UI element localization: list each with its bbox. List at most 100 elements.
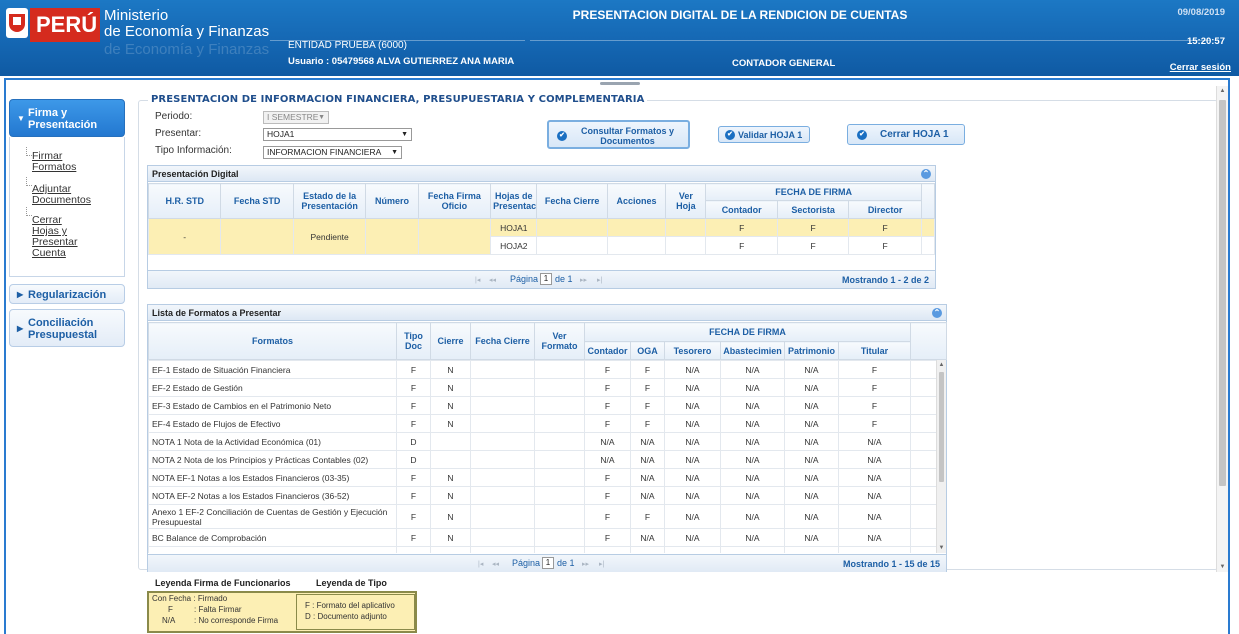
scroll-up-icon[interactable]: ▲: [937, 362, 946, 368]
section-title: PRESENTACION DE INFORMACION FINANCIERA, …: [148, 94, 648, 105]
sidebar-item-conciliacion[interactable]: ▶ Conciliación Presupuestal: [9, 309, 125, 347]
page-number-input[interactable]: 1: [540, 273, 552, 285]
col-acciones[interactable]: Acciones: [606, 183, 667, 219]
scroll-down-icon[interactable]: ▼: [937, 545, 946, 551]
col-director[interactable]: Director: [848, 200, 922, 219]
collapse-icon[interactable]: ⌃: [921, 169, 931, 179]
col-fecha-cierre[interactable]: Fecha Cierre: [536, 183, 608, 219]
header-time: 15:20:57: [1186, 36, 1225, 47]
col-abastecimiento[interactable]: Abastecimien: [720, 341, 785, 360]
col-numero[interactable]: Número: [365, 183, 419, 219]
sidebar-item-regularizacion[interactable]: ▶ Regularización: [9, 284, 125, 304]
consultar-formatos-button[interactable]: ✔ Consultar Formatos y Documentos: [547, 120, 690, 149]
table-row[interactable]: EF-2 Estado de Gestión F N F F N/A N/A N/A F: [148, 378, 936, 397]
tipo-informacion-label: Tipo Información:: [155, 145, 232, 156]
tipo-informacion-select[interactable]: INFORMACION FINANCIERA ▼: [263, 146, 402, 159]
record-count: Mostrando 1 - 15 de 15: [842, 559, 940, 569]
scrollbar-thumb[interactable]: [1219, 100, 1226, 486]
prev-page-icon[interactable]: ◂◂: [489, 276, 496, 284]
legend-box: Con Fecha : Firmado F : Falta Firmar N/A…: [147, 591, 417, 633]
collapse-icon[interactable]: ⌃: [932, 308, 942, 318]
col-formatos[interactable]: Formatos: [148, 322, 397, 360]
next-page-icon[interactable]: ▸▸: [582, 560, 589, 568]
ministry-name: Ministerio de Economía y Finanzas: [104, 7, 270, 40]
col-cierre[interactable]: Cierre: [430, 322, 471, 360]
user-info: Usuario : 05479568 ALVA GUTIERREZ ANA MA…: [288, 56, 515, 67]
panel-header: Presentación Digital ⌃: [148, 166, 935, 182]
legend-tipo-title: Leyenda de Tipo: [316, 578, 387, 588]
col-tipo-doc[interactable]: Tipo Doc: [396, 322, 431, 360]
table-row[interactable]: EF-3 Estado de Cambios en el Patrimonio …: [148, 396, 936, 415]
validar-hoja-button[interactable]: ✔ Validar HOJA 1: [718, 126, 810, 143]
entity-name: ENTIDAD PRUEBA (6000): [288, 40, 407, 51]
col-fecha-firma-oficio[interactable]: Fecha Firma Oficio: [417, 183, 492, 219]
col-hojas[interactable]: Hojas de Presentaci: [490, 183, 538, 219]
lista-formatos-panel: Lista de Formatos a Presentar ⌃ Formatos…: [147, 304, 948, 572]
presentacion-table: H.R. STD Fecha STD Estado de la Presentac…: [147, 183, 936, 255]
col-ver-hoja[interactable]: Ver Hoja: [665, 183, 707, 219]
check-icon: ✔: [725, 130, 735, 140]
col-group-fecha-firma: FECHA DE FIRMA: [705, 183, 922, 201]
periodo-label: Periodo:: [155, 111, 193, 122]
sidebar-item-firma-presentacion[interactable]: ▼ Firma y Presentación: [9, 99, 125, 137]
peru-logo: PERÚ: [30, 8, 100, 42]
next-page-icon[interactable]: ▸▸: [580, 276, 587, 284]
dropdown-arrow-icon: ▼: [391, 149, 398, 156]
sidebar-item-cerrar-hojas[interactable]: Cerrar Hojas y Presentar Cuenta: [32, 215, 78, 259]
last-page-icon[interactable]: ▸|: [599, 560, 604, 568]
header-collapse-handle[interactable]: [600, 82, 640, 85]
sidebar-item-firmar-formatos[interactable]: Firmar Formatos: [32, 151, 76, 173]
cerrar-hoja-button[interactable]: ✔ Cerrar HOJA 1: [847, 124, 965, 145]
legend-firma-title: Leyenda Firma de Funcionarios: [155, 578, 291, 588]
table-row[interactable]: EF-1 Estado de Situación Financiera F N F F N…: [148, 360, 936, 379]
col-hr-std[interactable]: H.R. STD: [147, 183, 222, 219]
page-number-input[interactable]: 1: [542, 557, 554, 569]
presentacion-digital-panel: Presentación Digital ⌃ H.R. STD Fecha ST…: [147, 165, 936, 289]
chevron-right-icon: ▶: [17, 324, 24, 333]
table-row[interactable]: EF-4 Estado de Flujos de Efectivo F N F F N/A…: [148, 414, 936, 433]
presentar-select[interactable]: HOJA1 ▼: [263, 128, 412, 141]
page-scrollbar[interactable]: ▲ ▼: [1216, 86, 1228, 572]
table-row[interactable]: NOTA EF-2 Notas a los Estados Financiero…: [148, 486, 936, 505]
dropdown-arrow-icon: ▼: [318, 114, 325, 121]
col-patrimonio[interactable]: Patrimonio: [784, 341, 839, 360]
table-row[interactable]: NOTA 2 Nota de los Principios y Práctica…: [148, 450, 936, 469]
sidebar-item-adjuntar-documentos[interactable]: Adjuntar Documentos: [32, 184, 91, 206]
check-icon: ✔: [857, 130, 867, 140]
scroll-down-icon[interactable]: ▼: [1217, 564, 1228, 570]
table-row[interactable]: Anexo 1 EF-2 Conciliación de Cuentas de …: [148, 504, 936, 529]
panel-header: Lista de Formatos a Presentar ⌃: [148, 305, 946, 321]
last-page-icon[interactable]: ▸|: [597, 276, 602, 284]
formatos-table-header: Formatos Tipo Doc Cierre Fecha Cierre Ver…: [148, 322, 948, 360]
col-fecha-cierre[interactable]: Fecha Cierre: [470, 322, 535, 360]
col-oga[interactable]: OGA: [630, 341, 665, 360]
col-group-fecha-firma: FECHA DE FIRMA: [583, 322, 912, 342]
scrollbar-thumb[interactable]: [939, 372, 944, 482]
logout-link[interactable]: Cerrar sesión: [1170, 62, 1231, 73]
presentar-label: Presentar:: [155, 128, 202, 139]
col-estado[interactable]: Estado de la Presentación: [292, 183, 367, 219]
header-divider: [530, 40, 1210, 41]
first-page-icon[interactable]: |◂: [478, 560, 483, 568]
frame-border: [4, 78, 1230, 80]
col-titular[interactable]: Titular: [837, 341, 912, 360]
coat-of-arms-logo: [6, 8, 28, 38]
scroll-up-icon[interactable]: ▲: [1217, 88, 1228, 94]
col-tesorero[interactable]: Tesorero: [664, 341, 721, 360]
first-page-icon[interactable]: |◂: [475, 276, 480, 284]
periodo-select[interactable]: I SEMESTRE ▼: [263, 111, 329, 124]
formatos-scrollbar[interactable]: ▲ ▼: [936, 360, 946, 553]
prev-page-icon[interactable]: ◂◂: [492, 560, 499, 568]
table-row[interactable]: HT-EF4 Hoja de Trabajo para la formulaci…: [148, 546, 936, 553]
col-sectorista[interactable]: Sectorista: [776, 200, 850, 219]
table-row[interactable]: - Pendiente HOJA1 F F F: [147, 218, 936, 255]
table-row[interactable]: NOTA EF-1 Notas a los Estados Financiero…: [148, 468, 936, 487]
col-contador[interactable]: Contador: [584, 341, 631, 360]
col-contador[interactable]: Contador: [705, 200, 778, 219]
col-fecha-std[interactable]: Fecha STD: [220, 183, 294, 219]
header-date: 09/08/2019: [1177, 7, 1225, 18]
table-row[interactable]: BC Balance de Comprobación F N F N/A N/A N/A N/…: [148, 528, 936, 547]
table-row[interactable]: NOTA 1 Nota de la Actividad Económica (0…: [148, 432, 936, 451]
ministry-watermark: de Economía y Finanzas: [104, 41, 270, 58]
col-ver-formato[interactable]: Ver Formato: [534, 322, 585, 360]
